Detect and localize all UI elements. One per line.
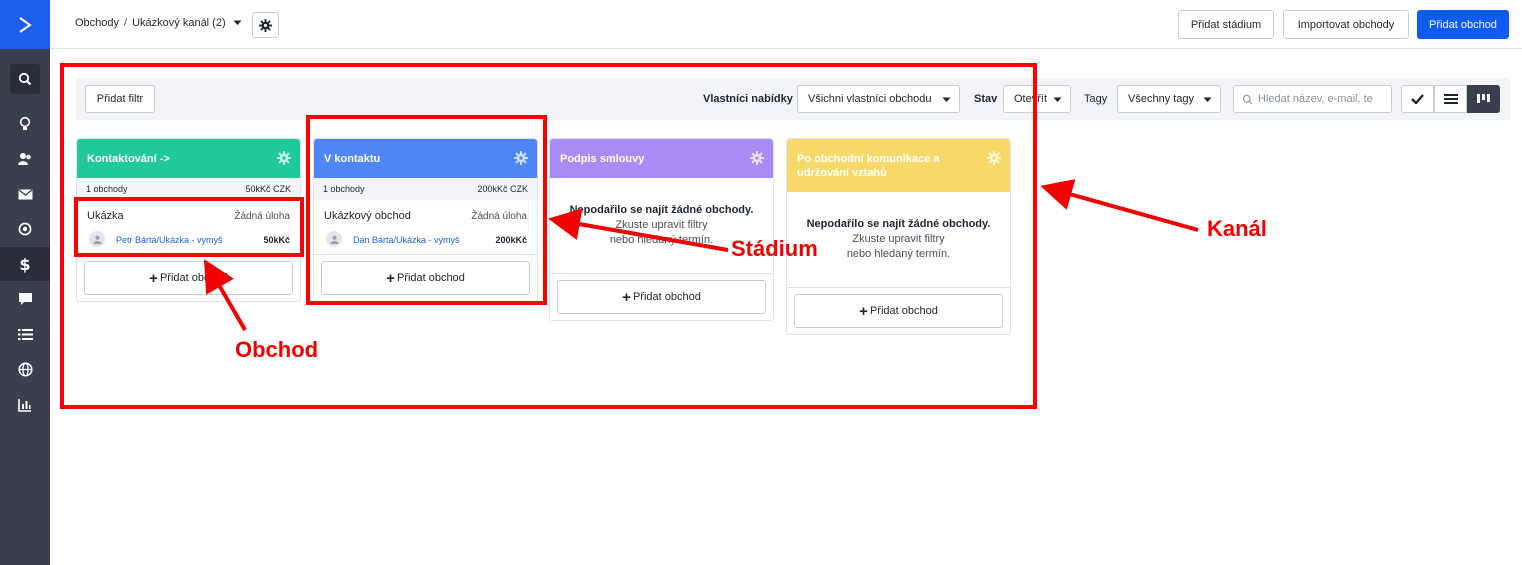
sidebar-item-deals[interactable]: $ xyxy=(0,247,50,281)
import-deals-button[interactable]: Importovat obchody xyxy=(1283,10,1409,39)
checkmark-icon xyxy=(1411,94,1424,104)
list-view-icon xyxy=(1443,94,1458,104)
sidebar-item-automations[interactable] xyxy=(0,212,50,246)
breadcrumb-separator: / xyxy=(124,17,128,29)
caret-down-icon xyxy=(1203,97,1212,102)
pipeline-selector[interactable]: Ukázkový kanál (2) xyxy=(132,17,226,29)
breadcrumb-root[interactable]: Obchody xyxy=(75,17,119,29)
search-icon xyxy=(18,72,32,86)
chevron-right-logo-icon xyxy=(19,16,32,33)
chart-icon xyxy=(18,399,31,412)
contacts-icon xyxy=(18,153,31,165)
sidebar-item-conversations[interactable] xyxy=(0,282,50,316)
list-icon xyxy=(17,328,33,340)
deal-highlight-box xyxy=(74,197,304,257)
caret-down-icon xyxy=(1053,97,1062,102)
target-icon xyxy=(18,222,32,236)
breadcrumb: Obchody / Ukázkový kanál (2) xyxy=(75,17,242,29)
stage-annotation-label: Stádium xyxy=(731,236,818,261)
search-placeholder: Hledat název, e-mail, te xyxy=(1258,93,1373,105)
sidebar-item-lists[interactable] xyxy=(0,317,50,351)
tags-filter-select[interactable]: Všechny tagy xyxy=(1117,85,1221,113)
deal-search-input[interactable]: Hledat název, e-mail, te xyxy=(1233,85,1392,113)
pipeline-settings-button[interactable] xyxy=(252,12,279,38)
tags-filter-label: Tagy xyxy=(1084,93,1108,105)
sidebar: $ xyxy=(0,0,50,565)
globe-icon xyxy=(17,361,33,377)
top-header: Obchody / Ukázkový kanál (2) Přidat stád… xyxy=(50,0,1522,49)
sidebar-search[interactable] xyxy=(10,64,40,94)
kanban-icon xyxy=(1477,94,1490,103)
sidebar-item-ideas[interactable] xyxy=(0,107,50,141)
search-icon xyxy=(1242,94,1253,104)
add-deal-button[interactable]: Přidat obchod xyxy=(1417,10,1509,39)
sidebar-item-contacts[interactable] xyxy=(0,142,50,176)
pipeline-annotation-label: Kanál xyxy=(1207,216,1267,241)
tags-filter-value: Všechny tagy xyxy=(1128,93,1195,105)
dollar-icon: $ xyxy=(19,254,31,274)
deal-annotation-label: Obchod xyxy=(235,337,319,362)
mail-icon xyxy=(18,188,32,199)
chat-icon xyxy=(18,293,32,305)
caret-down-icon[interactable] xyxy=(233,20,242,26)
pipeline-arrow xyxy=(1040,179,1199,232)
sidebar-item-website[interactable] xyxy=(0,352,50,386)
view-kanban-toggle[interactable] xyxy=(1467,85,1500,113)
logo[interactable] xyxy=(0,0,50,49)
view-tasks-toggle[interactable] xyxy=(1401,85,1434,113)
view-list-toggle[interactable] xyxy=(1434,85,1467,113)
sidebar-item-mail[interactable] xyxy=(0,177,50,211)
gear-icon xyxy=(259,18,272,32)
add-stage-button[interactable]: Přidat stádium xyxy=(1178,10,1274,39)
sidebar-item-reports[interactable] xyxy=(0,388,50,422)
lightbulb-icon xyxy=(19,116,31,130)
stage-highlight-box xyxy=(306,115,547,305)
